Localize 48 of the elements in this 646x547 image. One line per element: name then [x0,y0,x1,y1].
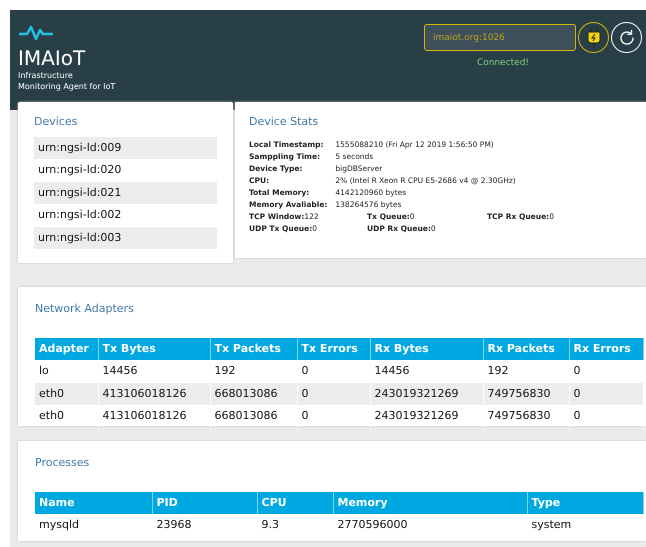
table-cell: 0 [297,382,370,405]
table-cell: 668013086 [210,405,297,428]
refresh-icon [618,28,636,46]
device-item[interactable]: urn:ngsi-ld:003 [34,226,217,249]
table-cell: 23968 [152,514,257,536]
refresh-button[interactable] [611,22,642,53]
column-header: Rx Errors [569,338,643,360]
table-cell: system [527,514,643,536]
table-cell: 0 [569,382,643,405]
device-item[interactable]: urn:ngsi-ld:002 [34,204,217,226]
app-title: IMAIoT [18,46,86,70]
card-title: Network Adapters [35,301,135,317]
plug-icon [586,28,600,48]
table-cell: mysqld [35,514,152,536]
card-title: Device Stats [249,114,320,130]
table-cell: 243019321269 [370,405,483,428]
column-header: Name [35,492,152,514]
column-header: Rx Bytes [370,338,483,360]
table-cell: 413106018126 [98,405,210,428]
app-subtitle: Monitoring Agent for IoT [18,81,116,92]
column-header: Type [527,492,643,514]
column-header: PID [152,492,257,514]
column-header: Tx Bytes [98,338,210,360]
card-title: Processes [35,455,90,471]
table-cell: 668013086 [210,382,297,405]
card-title: Devices [34,114,78,130]
table-cell: eth0 [35,405,98,428]
device-item[interactable]: urn:ngsi-ld:020 [34,159,217,182]
table-cell: 243019321269 [370,382,483,405]
table-cell: 2770596000 [333,514,527,536]
column-header: Tx Errors [297,338,370,360]
device-item[interactable]: urn:ngsi-ld:021 [34,182,217,204]
table-cell: eth0 [35,382,98,405]
table-cell: 413106018126 [98,382,210,405]
column-header: Rx Packets [483,338,569,360]
app-subtitle: Infrastructure [18,70,74,81]
table-cell: 749756830 [483,382,569,405]
connection-status: Connected! [476,57,530,70]
table-cell: 9.3 [257,514,333,536]
table-cell: 0 [297,405,370,428]
device-item[interactable]: urn:ngsi-ld:009 [34,136,217,159]
connect-button[interactable] [578,22,609,53]
column-header: Adapter [35,338,98,360]
column-header: Tx Packets [210,338,297,360]
column-header: Memory [333,492,527,514]
column-header: CPU [257,492,333,514]
table-cell: 0 [569,405,643,428]
table-cell: 749756830 [483,405,569,428]
